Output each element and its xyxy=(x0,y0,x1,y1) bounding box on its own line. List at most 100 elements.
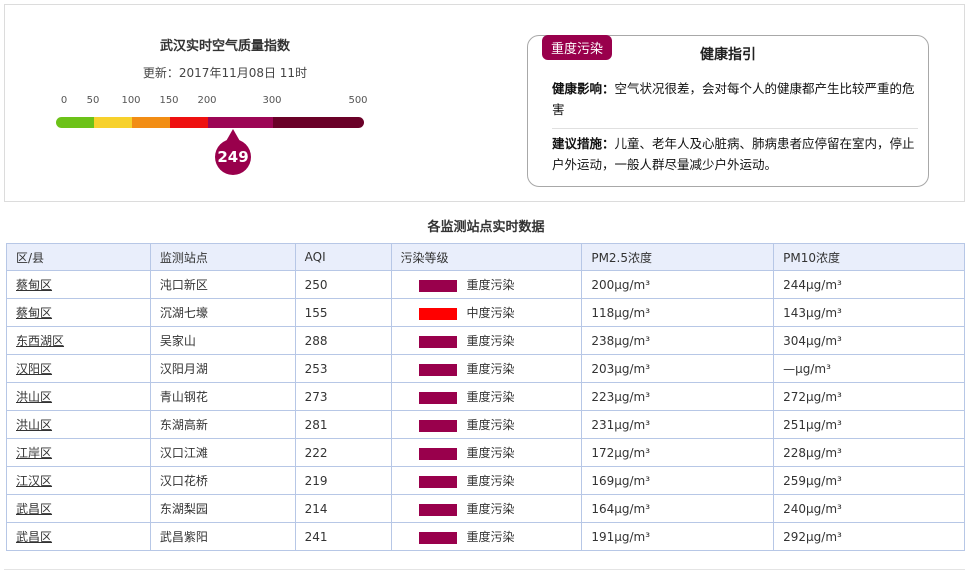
aqi-value: 273 xyxy=(294,382,392,411)
district-link[interactable]: 汉阳区 xyxy=(6,354,151,383)
pm25-value: 223μg/m³ xyxy=(581,382,775,411)
district-link[interactable]: 蔡甸区 xyxy=(6,298,151,327)
level-color-swatch xyxy=(418,475,457,488)
station-name: 汉口江滩 xyxy=(149,438,296,467)
station-name: 东湖高新 xyxy=(149,410,296,439)
level-color-swatch xyxy=(418,391,457,404)
pm25-value: 172μg/m³ xyxy=(581,438,775,467)
level-label: 重度污染 xyxy=(466,502,515,516)
pollution-level-badge: 重度污染 xyxy=(542,35,613,60)
district-link[interactable]: 洪山区 xyxy=(6,382,151,411)
pm10-value: 244μg/m³ xyxy=(773,270,965,299)
aqi-scale-segment xyxy=(208,117,273,128)
pollution-level: 重度污染 xyxy=(390,522,583,551)
level-label: 重度污染 xyxy=(466,446,515,460)
column-header-aqi: AQI xyxy=(294,243,392,271)
table-row: 武昌区 东湖梨园 214 重度污染 164μg/m³ 240μg/m³ xyxy=(6,494,965,523)
aqi-value: 222 xyxy=(294,438,392,467)
pollution-level: 重度污染 xyxy=(390,354,583,383)
district-link[interactable]: 武昌区 xyxy=(6,494,151,523)
pm25-value: 191μg/m³ xyxy=(581,522,775,551)
level-label: 重度污染 xyxy=(466,334,515,348)
level-color-swatch xyxy=(418,335,457,348)
district-link[interactable]: 蔡甸区 xyxy=(6,270,151,299)
pm10-value: 143μg/m³ xyxy=(773,298,965,327)
pm25-value: 169μg/m³ xyxy=(581,466,775,495)
aqi-value: 288 xyxy=(294,326,392,355)
district-link[interactable]: 江岸区 xyxy=(6,438,151,467)
aqi-scale-segment xyxy=(273,117,364,128)
pm25-value: 118μg/m³ xyxy=(581,298,775,327)
level-label: 重度污染 xyxy=(466,418,515,432)
aqi-scale-bar xyxy=(56,117,364,128)
aqi-scale-segment xyxy=(94,117,132,128)
column-header-pm25: PM2.5浓度 xyxy=(581,243,775,271)
level-color-swatch xyxy=(418,363,457,376)
pm25-value: 203μg/m³ xyxy=(581,354,775,383)
aqi-scale-tick: 300 xyxy=(262,95,282,106)
pm10-value: 292μg/m³ xyxy=(773,522,965,551)
pm25-value: 231μg/m³ xyxy=(581,410,775,439)
column-header-pm10: PM10浓度 xyxy=(773,243,965,271)
stations-table-body: 蔡甸区 沌口新区 250 重度污染 200μg/m³ 244μg/m³ 蔡甸区 沉湖七壕 155… xyxy=(6,270,965,551)
level-color-swatch xyxy=(418,419,457,432)
aqi-scale-segment xyxy=(132,117,170,128)
aqi-value: 241 xyxy=(294,522,392,551)
level-label: 中度污染 xyxy=(466,306,515,320)
aqi-updated-time: 更新：2017年11月08日 11时 xyxy=(142,66,308,80)
pm10-value: 240μg/m³ xyxy=(773,494,965,523)
table-row: 东西湖区 吴家山 288 重度污染 238μg/m³ 304μg/m³ xyxy=(6,326,965,355)
health-guide-box: 重度污染 健康指引 健康影响：空气状况很差，会对每个人的健康都产生比较严重的危害… xyxy=(527,35,929,187)
level-color-swatch xyxy=(418,447,457,460)
table-row: 洪山区 东湖高新 281 重度污染 231μg/m³ 251μg/m³ xyxy=(6,410,965,439)
aqi-value: 253 xyxy=(294,354,392,383)
district-link[interactable]: 洪山区 xyxy=(6,410,151,439)
pm10-value: 272μg/m³ xyxy=(773,382,965,411)
health-advice-label: 建议措施： xyxy=(552,136,615,151)
pollution-level: 重度污染 xyxy=(390,410,583,439)
table-row: 汉阳区 汉阳月湖 253 重度污染 203μg/m³ —μg/m³ xyxy=(6,354,965,383)
aqi-value: 155 xyxy=(294,298,392,327)
aqi-scale-tick: 150 xyxy=(159,95,179,106)
pollution-level: 重度污染 xyxy=(390,494,583,523)
aqi-value: 281 xyxy=(294,410,392,439)
aqi-overview-panel: 武汉实时空气质量指数 更新：2017年11月08日 11时 0 50 100 150 2… xyxy=(4,4,965,202)
health-advice: 建议措施：儿童、老年人及心脏病、肺病患者应停留在室内，停止户外运动，一般人群尽量… xyxy=(552,133,922,175)
level-label: 重度污染 xyxy=(466,390,515,404)
district-link[interactable]: 武昌区 xyxy=(6,522,151,551)
pm25-value: 200μg/m³ xyxy=(581,270,775,299)
health-guide-title: 健康指引 xyxy=(700,47,756,63)
table-row: 蔡甸区 沌口新区 250 重度污染 200μg/m³ 244μg/m³ xyxy=(6,270,965,299)
stations-table: 区/县 监测站点 AQI 污染等级 PM2.5浓度 PM10浓度 蔡甸区 沌口新区… xyxy=(6,243,965,551)
level-color-swatch xyxy=(418,503,457,516)
table-row: 武昌区 武昌紫阳 241 重度污染 191μg/m³ 292μg/m³ xyxy=(6,522,965,551)
table-row: 洪山区 青山钢花 273 重度污染 223μg/m³ 272μg/m³ xyxy=(6,382,965,411)
station-name: 沉湖七壕 xyxy=(149,298,296,327)
level-label: 重度污染 xyxy=(466,362,515,376)
pollution-level: 重度污染 xyxy=(390,382,583,411)
pm25-value: 164μg/m³ xyxy=(581,494,775,523)
district-link[interactable]: 东西湖区 xyxy=(6,326,151,355)
level-color-swatch xyxy=(418,307,457,320)
health-impact-label: 健康影响： xyxy=(552,81,615,96)
bottom-divider xyxy=(4,569,965,570)
table-row: 江汉区 汉口花桥 219 重度污染 169μg/m³ 259μg/m³ xyxy=(6,466,965,495)
station-name: 沌口新区 xyxy=(149,270,296,299)
station-name: 吴家山 xyxy=(149,326,296,355)
table-row: 蔡甸区 沉湖七壕 155 中度污染 118μg/m³ 143μg/m³ xyxy=(6,298,965,327)
aqi-scale-tick: 500 xyxy=(348,95,368,106)
pm25-value: 238μg/m³ xyxy=(581,326,775,355)
table-row: 江岸区 汉口江滩 222 重度污染 172μg/m³ 228μg/m³ xyxy=(6,438,965,467)
pollution-level: 重度污染 xyxy=(390,466,583,495)
district-link[interactable]: 江汉区 xyxy=(6,466,151,495)
station-name: 汉阳月湖 xyxy=(149,354,296,383)
pollution-level: 中度污染 xyxy=(390,298,583,327)
level-label: 重度污染 xyxy=(466,278,515,292)
aqi-scale-tick: 50 xyxy=(86,95,100,106)
aqi-current-marker: 249 xyxy=(215,139,251,175)
aqi-scale-tick: 100 xyxy=(121,95,141,106)
pollution-level: 重度污染 xyxy=(390,438,583,467)
aqi-value: 250 xyxy=(294,270,392,299)
pm10-value: 304μg/m³ xyxy=(773,326,965,355)
aqi-scale-segment xyxy=(170,117,208,128)
